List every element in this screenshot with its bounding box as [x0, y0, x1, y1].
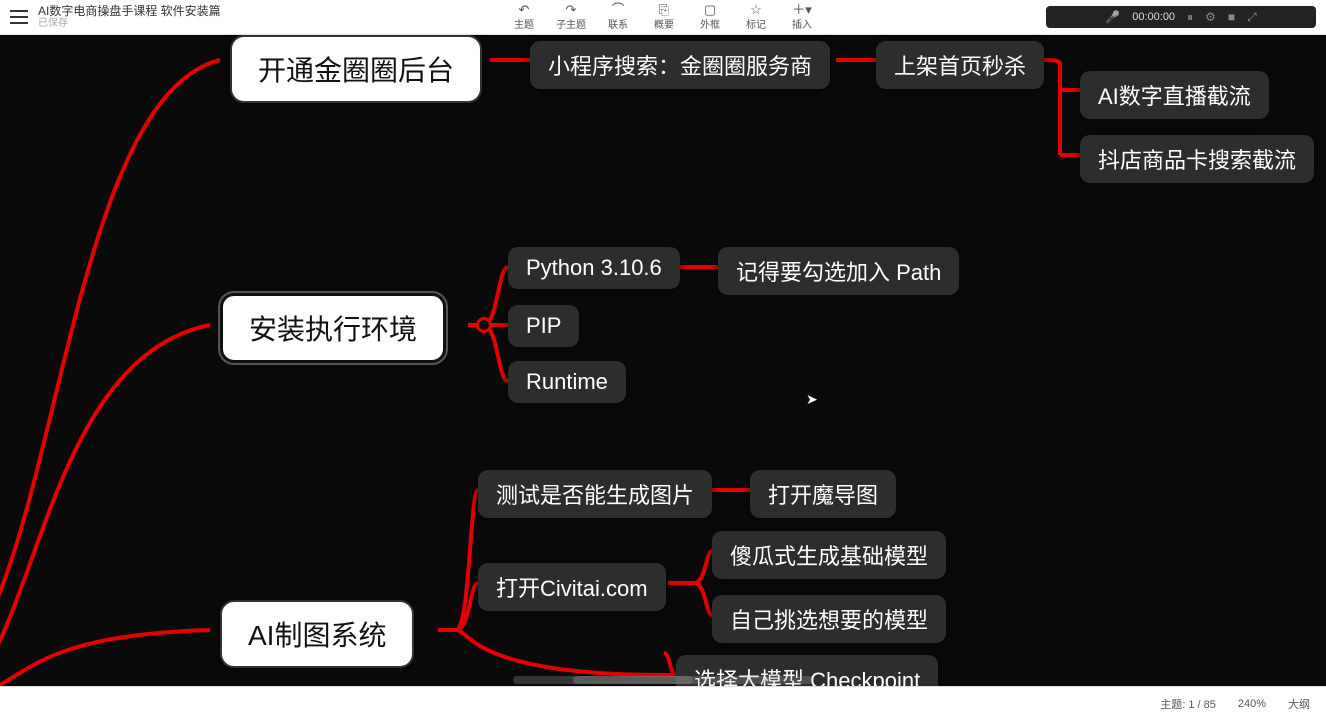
toolbar-right: 🎤 00:00:00 ⏸ ⚙ ■ ⤢: [1046, 6, 1316, 28]
node-pip[interactable]: PIP: [508, 305, 579, 347]
tool-subtopic[interactable]: ↷子主题: [556, 3, 586, 31]
stop-icon[interactable]: ■: [1228, 10, 1235, 24]
node-civitai[interactable]: 打开Civitai.com: [478, 563, 666, 611]
mouse-cursor: ➤: [806, 391, 818, 408]
toolbar-tools: ↶主题 ↷子主题 ⌒联系 ⎘概要 ▢外框 ☆标记 ＋▾插入: [510, 3, 816, 31]
node-test-gen[interactable]: 测试是否能生成图片: [478, 470, 712, 518]
recorder-panel[interactable]: 🎤 00:00:00 ⏸ ⚙ ■ ⤢: [1046, 6, 1316, 28]
tool-topic[interactable]: ↶主题: [510, 3, 538, 31]
pause-icon[interactable]: ⏸: [1187, 10, 1193, 25]
tool-insert[interactable]: ＋▾插入: [788, 3, 816, 31]
node-path[interactable]: 记得要勾选加入 Path: [718, 247, 959, 295]
star-icon: ☆: [750, 3, 762, 16]
status-bar: 主题: 1 / 85 240% 大纲: [0, 686, 1326, 720]
status-topic-count: 主题: 1 / 85: [1160, 696, 1216, 712]
plus-icon: ＋▾: [792, 3, 812, 16]
settings-icon[interactable]: ⚙: [1205, 10, 1216, 24]
document-status: 已保存: [38, 18, 221, 29]
status-view-mode[interactable]: 大纲: [1288, 696, 1310, 712]
undo-icon: ↶: [519, 3, 530, 16]
node-install-env[interactable]: 安装执行环境: [220, 293, 446, 363]
tool-relationship[interactable]: ⌒联系: [604, 3, 632, 31]
expand-icon[interactable]: ⤢: [1247, 10, 1257, 25]
tool-summary[interactable]: ⎘概要: [650, 3, 678, 31]
recorder-time: 00:00:00: [1132, 11, 1175, 23]
node-runtime[interactable]: Runtime: [508, 361, 626, 403]
node-ai-live[interactable]: AI数字直播截流: [1080, 71, 1269, 119]
menu-icon[interactable]: [10, 10, 28, 24]
horizontal-scrollbar[interactable]: [513, 676, 813, 684]
node-ai-image[interactable]: AI制图系统: [220, 600, 414, 668]
summary-icon: ⎘: [659, 3, 669, 16]
redo-icon: ↷: [566, 3, 577, 16]
node-shangjia[interactable]: 上架首页秒杀: [876, 41, 1044, 89]
document-title: AI数字电商操盘手课程 软件安装篇: [38, 5, 221, 18]
boundary-icon: ▢: [704, 3, 716, 16]
arc-icon: ⌒: [611, 3, 624, 16]
node-doudian[interactable]: 抖店商品卡搜索截流: [1080, 135, 1314, 183]
top-toolbar: AI数字电商操盘手课程 软件安装篇 已保存 ↶主题 ↷子主题 ⌒联系 ⎘概要 ▢…: [0, 0, 1326, 35]
mic-icon[interactable]: 🎤: [1105, 10, 1120, 24]
scrollbar-thumb[interactable]: [573, 676, 693, 684]
tool-marker[interactable]: ☆标记: [742, 3, 770, 31]
document-title-block: AI数字电商操盘手课程 软件安装篇 已保存: [38, 5, 221, 29]
status-zoom[interactable]: 240%: [1238, 698, 1266, 710]
node-search-jinquan[interactable]: 小程序搜索：金圈圈服务商: [530, 41, 830, 89]
node-open-jinquan[interactable]: 开通金圈圈后台: [230, 35, 482, 103]
tool-boundary[interactable]: ▢外框: [696, 3, 724, 31]
joint-env[interactable]: [476, 317, 492, 333]
node-pick-model[interactable]: 自己挑选想要的模型: [712, 595, 946, 643]
node-modao[interactable]: 打开魔导图: [750, 470, 896, 518]
mindmap-canvas[interactable]: 开通金圈圈后台 小程序搜索：金圈圈服务商 上架首页秒杀 AI数字直播截流 抖店商…: [0, 35, 1326, 686]
node-python[interactable]: Python 3.10.6: [508, 247, 680, 289]
node-shagua[interactable]: 傻瓜式生成基础模型: [712, 531, 946, 579]
